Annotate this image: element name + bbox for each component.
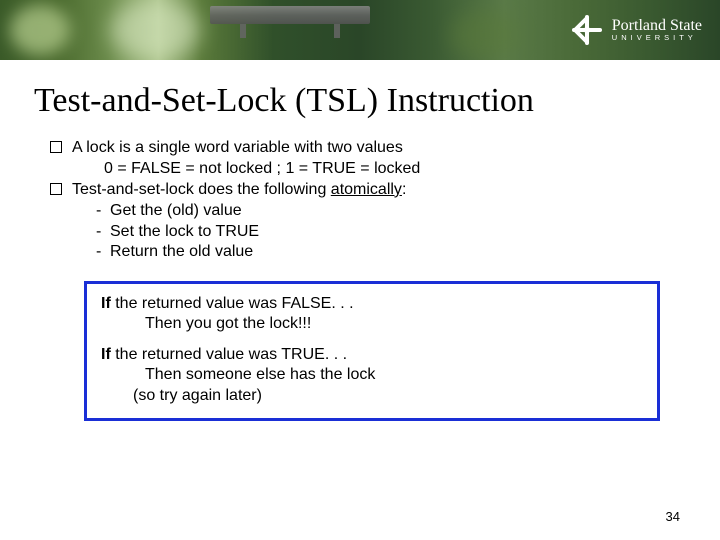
slide-content: A lock is a single word variable with tw… [50,138,676,263]
checkbox-bullet-icon [50,141,62,153]
header-banner: Portland State UNIVERSITY [0,0,720,60]
box-para-2-note: (so try again later) [133,386,643,406]
bullet-1: A lock is a single word variable with tw… [72,138,403,158]
box-para-1-then: Then you got the lock!!! [145,314,643,334]
slide-title: Test-and-Set-Lock (TSL) Instruction [34,82,720,120]
dash-1: Get the (old) value [110,201,242,221]
university-logo: Portland State UNIVERSITY [570,0,702,60]
logo-text-line2: UNIVERSITY [612,34,702,42]
checkbox-bullet-icon [50,183,62,195]
bullet-1-sub: 0 = FALSE = not locked ; 1 = TRUE = lock… [104,159,676,179]
box-para-1: If the returned value was FALSE. . . [101,294,643,314]
logo-icon [570,13,604,47]
page-number: 34 [666,509,680,524]
bullet-2: Test-and-set-lock does the following ato… [72,180,406,200]
box-para-2: If the returned value was TRUE. . . [101,345,643,365]
box-para-2-then: Then someone else has the lock [145,365,643,385]
logo-text-line1: Portland State [612,18,702,35]
result-box: If the returned value was FALSE. . . The… [84,281,660,421]
dash-3: Return the old value [110,242,253,262]
dash-2: Set the lock to TRUE [110,222,259,242]
